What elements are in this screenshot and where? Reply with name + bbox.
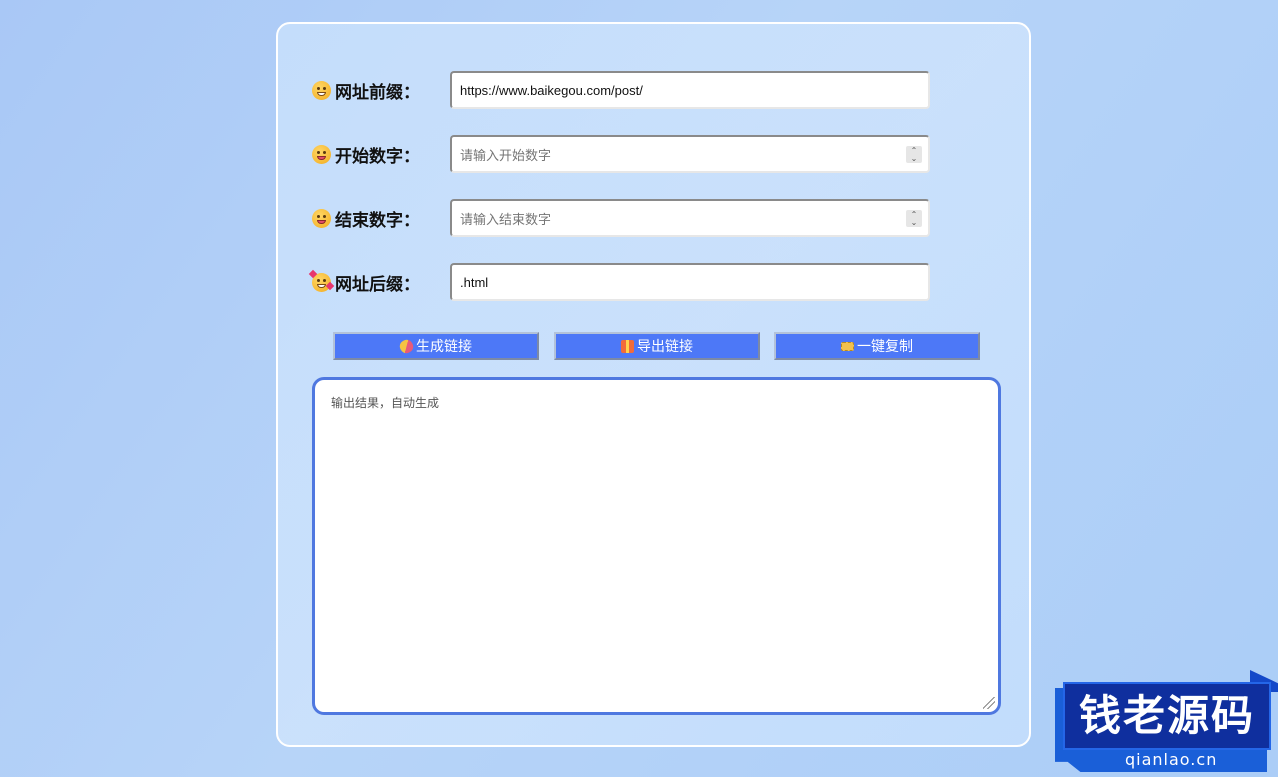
watermark-title: 钱老源码: [1063, 682, 1271, 750]
suffix-input-value: .html: [460, 274, 489, 290]
url-generator-card: 网址前缀： https://www.baikegou.com/post/ 开始数…: [276, 22, 1031, 747]
prefix-row: 网址前缀： https://www.baikegou.com/post/: [312, 70, 930, 110]
start-label: 开始数字：: [312, 142, 450, 167]
pill-icon: [397, 337, 416, 355]
export-links-button[interactable]: 导出链接: [554, 332, 760, 360]
spin-down-icon[interactable]: ⌄: [911, 154, 918, 163]
start-number-input[interactable]: 请输入开始数字 ⌃ ⌄: [450, 135, 930, 173]
resize-grip-icon[interactable]: [983, 697, 995, 709]
generate-links-button[interactable]: 生成链接: [333, 332, 539, 360]
output-textarea[interactable]: 输出结果，自动生成: [312, 377, 1001, 715]
output-placeholder: 输出结果，自动生成: [331, 396, 440, 410]
savoring-face-icon: [312, 208, 331, 228]
grinning-face-icon: [312, 80, 331, 100]
smiling-face-with-hearts-icon: [308, 269, 335, 292]
suffix-label: 网址后缀：: [308, 269, 450, 295]
site-watermark: 钱老源码 qianlao.cn: [1055, 670, 1278, 777]
watermark-site: qianlao.cn: [1125, 750, 1218, 769]
prefix-input[interactable]: https://www.baikegou.com/post/: [450, 71, 930, 109]
end-row: 结束数字： 请输入结束数字 ⌃ ⌄: [312, 198, 930, 238]
start-number-placeholder: 请输入开始数字: [460, 147, 552, 163]
end-number-input[interactable]: 请输入结束数字 ⌃ ⌄: [450, 199, 930, 237]
spin-down-icon[interactable]: ⌄: [911, 218, 918, 227]
prefix-label: 网址前缀：: [312, 78, 450, 103]
suffix-input[interactable]: .html: [450, 263, 930, 301]
ticket-icon: [841, 341, 854, 351]
start-number-spinner[interactable]: ⌃ ⌄: [906, 146, 922, 163]
gift-icon: [621, 339, 634, 353]
tongue-face-icon: [312, 144, 331, 164]
end-number-placeholder: 请输入结束数字: [460, 211, 552, 227]
end-number-spinner[interactable]: ⌃ ⌄: [906, 210, 922, 227]
end-label: 结束数字：: [312, 206, 450, 231]
suffix-row: 网址后缀： .html: [308, 262, 930, 302]
prefix-input-value: https://www.baikegou.com/post/: [460, 82, 643, 98]
start-row: 开始数字： 请输入开始数字 ⌃ ⌄: [312, 134, 930, 174]
copy-all-button[interactable]: 一键复制: [774, 332, 980, 360]
